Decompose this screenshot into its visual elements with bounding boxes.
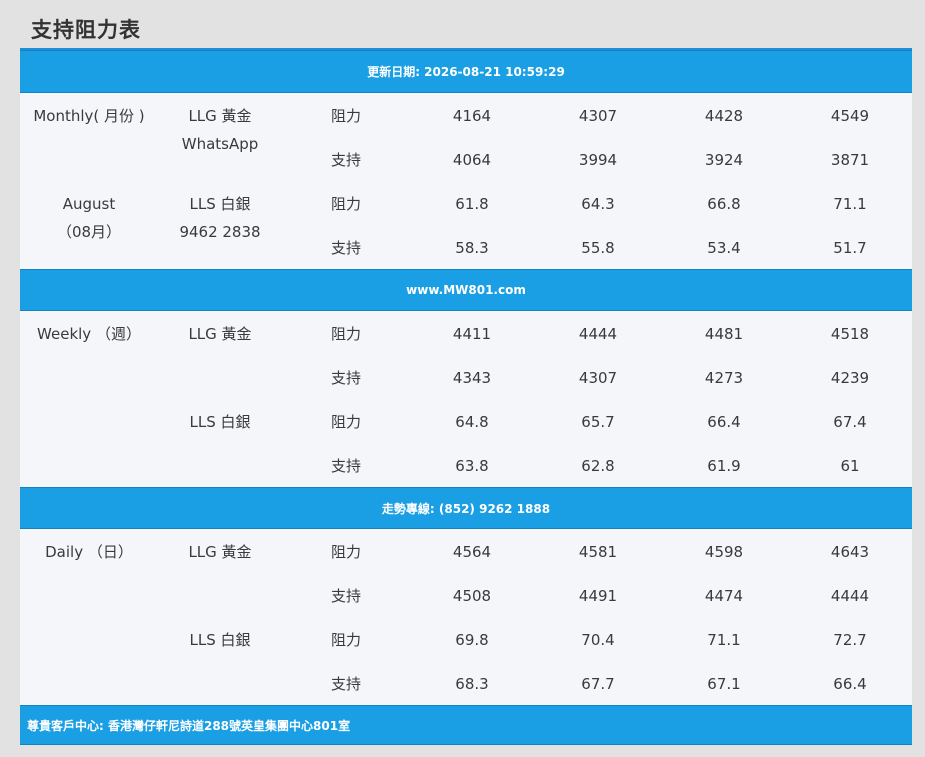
monthly-month-number: （08月）	[56, 223, 122, 241]
weekly-period-label: Weekly （週）	[37, 325, 141, 343]
level-value: 4518	[830, 325, 870, 343]
monthly-silver-label: LLS 白銀	[189, 195, 251, 213]
level-value: 4343	[452, 369, 492, 387]
row-kind: 阻力	[330, 631, 361, 649]
level-value: 4643	[830, 543, 870, 561]
level-value: 4598	[704, 543, 744, 561]
level-value: 63.8	[455, 457, 489, 475]
level-value: 4064	[452, 151, 492, 169]
level-value: 4273	[704, 369, 744, 387]
level-value: 4444	[830, 587, 870, 605]
page-title: 支持阻力表	[31, 18, 141, 42]
weekly-gold-label: LLG 黃金	[188, 325, 252, 343]
daily-gold-label: LLG 黃金	[188, 543, 252, 561]
level-value: 67.4	[833, 413, 867, 431]
row-kind: 阻力	[330, 413, 361, 431]
row-kind: 支持	[330, 151, 361, 169]
daily-silver-label: LLS 白銀	[189, 631, 251, 649]
level-value: 4411	[452, 325, 492, 343]
footer-address-banner: 尊貴客戶中心: 香港灣仔軒尼詩道288號英皇集團中心801室	[20, 705, 912, 745]
level-value: 51.7	[833, 239, 867, 257]
level-value: 66.4	[833, 675, 867, 693]
level-value: 58.3	[455, 239, 489, 257]
row-kind: 支持	[330, 587, 361, 605]
row-kind: 支持	[330, 457, 361, 475]
level-value: 70.4	[581, 631, 615, 649]
level-value: 3994	[578, 151, 618, 169]
level-value: 4307	[578, 369, 618, 387]
level-value: 53.4	[707, 239, 741, 257]
row-kind: 支持	[330, 675, 361, 693]
whatsapp-label: WhatsApp	[181, 135, 259, 153]
level-value: 62.8	[581, 457, 615, 475]
daily-period-label: Daily （日）	[45, 543, 133, 561]
level-value: 64.3	[581, 195, 615, 213]
level-value: 72.7	[833, 631, 867, 649]
level-value: 4239	[830, 369, 870, 387]
level-value: 4307	[578, 107, 618, 125]
level-value: 66.8	[707, 195, 741, 213]
level-value: 3871	[830, 151, 870, 169]
level-value: 65.7	[581, 413, 615, 431]
level-value: 71.1	[707, 631, 741, 649]
level-value: 4549	[830, 107, 870, 125]
level-value: 55.8	[581, 239, 615, 257]
level-value: 4581	[578, 543, 618, 561]
level-value: 4428	[704, 107, 744, 125]
row-kind: 阻力	[330, 107, 361, 125]
level-value: 61.8	[455, 195, 489, 213]
level-value: 4564	[452, 543, 492, 561]
level-value: 66.4	[707, 413, 741, 431]
level-value: 69.8	[455, 631, 489, 649]
level-value: 4508	[452, 587, 492, 605]
row-kind: 阻力	[330, 325, 361, 343]
whatsapp-number: 9462 2838	[179, 223, 261, 241]
monthly-month-label: August	[62, 195, 116, 213]
level-value: 4444	[578, 325, 618, 343]
hotline-banner: 走勢專線: (852) 9262 1888	[20, 487, 912, 529]
update-date-banner: 更新日期: 2026-08-21 10:59:29	[20, 50, 912, 93]
level-value: 68.3	[455, 675, 489, 693]
row-kind: 阻力	[330, 543, 361, 561]
row-kind: 支持	[330, 239, 361, 257]
level-value: 4164	[452, 107, 492, 125]
level-value: 3924	[704, 151, 744, 169]
level-value: 67.7	[581, 675, 615, 693]
row-kind: 阻力	[330, 195, 361, 213]
website-link[interactable]: www.MW801.com	[20, 269, 912, 311]
level-value: 4474	[704, 587, 744, 605]
level-value: 61	[840, 457, 860, 475]
support-resistance-table: 更新日期: 2026-08-21 10:59:29 Monthly( 月份 ) …	[20, 48, 912, 745]
level-value: 64.8	[455, 413, 489, 431]
weekly-silver-label: LLS 白銀	[189, 413, 251, 431]
level-value: 71.1	[833, 195, 867, 213]
level-value: 4491	[578, 587, 618, 605]
level-value: 67.1	[707, 675, 741, 693]
monthly-period-label: Monthly( 月份 )	[33, 107, 145, 125]
level-value: 61.9	[707, 457, 741, 475]
row-kind: 支持	[330, 369, 361, 387]
level-value: 4481	[704, 325, 744, 343]
monthly-gold-label: LLG 黃金	[188, 107, 252, 125]
